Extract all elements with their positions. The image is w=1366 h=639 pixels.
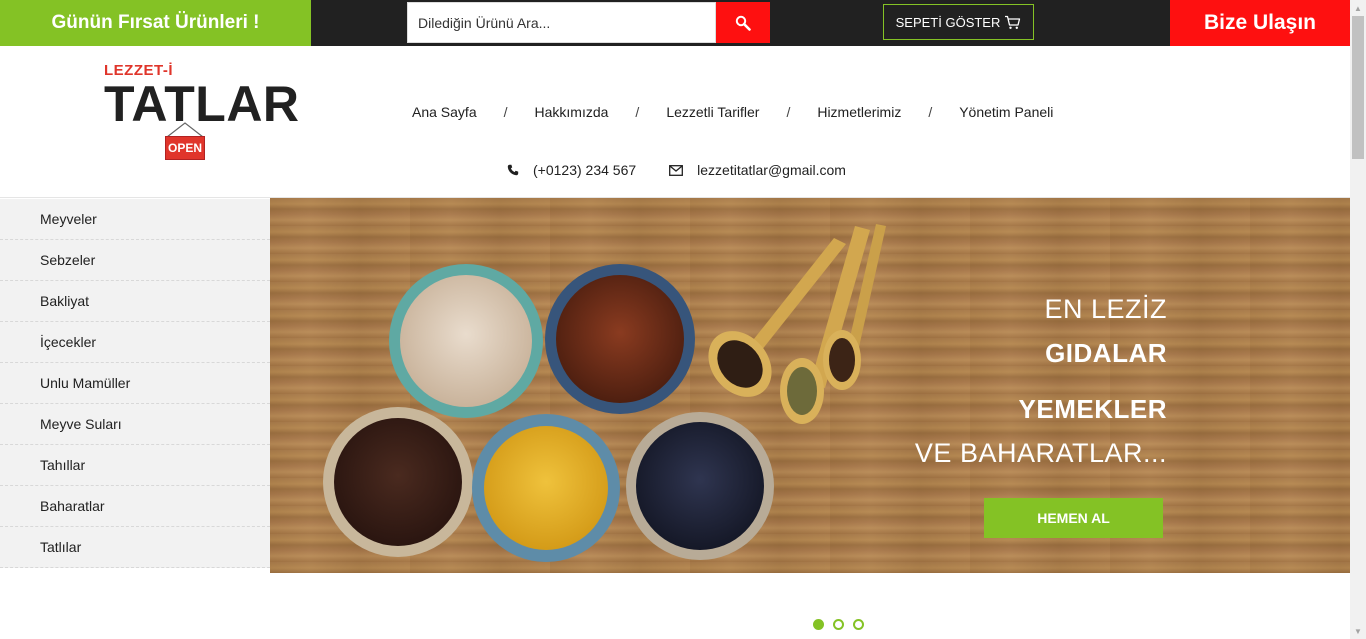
slider-dot-3[interactable] bbox=[853, 619, 864, 630]
phone-icon bbox=[507, 164, 519, 176]
nav-recipes[interactable]: Lezzetli Tarifler bbox=[666, 104, 759, 120]
search-button[interactable] bbox=[716, 2, 770, 43]
banner-line-4: VE BAHARATLAR... bbox=[914, 438, 1167, 468]
open-sign: OPEN bbox=[165, 136, 205, 160]
email-address[interactable]: lezzetitatlar@gmail.com bbox=[697, 162, 846, 178]
email-info: lezzetitatlar@gmail.com bbox=[669, 162, 846, 178]
cart-icon bbox=[1005, 15, 1021, 29]
contact-us-link[interactable]: Bize Ulaşın bbox=[1170, 0, 1350, 46]
nav-separator: / bbox=[503, 104, 508, 120]
main-nav: Ana Sayfa / Hakkımızda / Lezzetli Tarifl… bbox=[400, 102, 1053, 122]
hero-banner: EN LEZİZ GIDALAR YEMEKLER VE BAHARATLAR.… bbox=[270, 198, 1350, 573]
category-item-meyve-sulari[interactable]: Meyve Suları bbox=[0, 404, 270, 445]
daily-deals-link[interactable]: Günün Fırsat Ürünleri ! bbox=[0, 0, 311, 46]
nav-separator: / bbox=[928, 104, 933, 120]
phone-number: (+0123) 234 567 bbox=[533, 162, 637, 178]
banner-line-3: YEMEKLER bbox=[1018, 394, 1167, 424]
show-cart-label: SEPETİ GÖSTER bbox=[895, 14, 1001, 30]
nav-about[interactable]: Hakkımızda bbox=[535, 104, 609, 120]
scrollbar-thumb[interactable] bbox=[1352, 16, 1364, 159]
category-item-sebzeler[interactable]: Sebzeler bbox=[0, 240, 270, 281]
contact-info: (+0123) 234 567 lezzetitatlar@gmail.com bbox=[507, 162, 846, 178]
nav-separator: / bbox=[786, 104, 791, 120]
category-item-bakliyat[interactable]: Bakliyat bbox=[0, 281, 270, 322]
scroll-down-icon[interactable]: ▼ bbox=[1350, 623, 1366, 639]
category-item-meyveler[interactable]: Meyveler bbox=[0, 199, 270, 240]
site-logo[interactable]: LEZZET-İ TATLAR OPEN bbox=[104, 62, 304, 162]
site-header: LEZZET-İ TATLAR OPEN Ana Sayfa / Hakkımı… bbox=[0, 46, 1350, 198]
banner-line-1: EN LEZİZ bbox=[1044, 294, 1167, 324]
category-item-baharatlar[interactable]: Baharatlar bbox=[0, 486, 270, 527]
slider-pagination bbox=[813, 619, 864, 630]
search-icon bbox=[735, 15, 751, 31]
nav-home[interactable]: Ana Sayfa bbox=[412, 104, 477, 120]
nav-separator: / bbox=[635, 104, 640, 120]
spice-bowls-image bbox=[323, 224, 886, 562]
nav-services[interactable]: Hizmetlerimiz bbox=[817, 104, 901, 120]
top-bar: Günün Fırsat Ürünleri ! SEPETİ GÖSTER Bi… bbox=[0, 0, 1350, 46]
category-item-tahillar[interactable]: Tahıllar bbox=[0, 445, 270, 486]
slider-dot-2[interactable] bbox=[833, 619, 844, 630]
search-input[interactable] bbox=[407, 2, 716, 43]
envelope-icon bbox=[669, 164, 684, 176]
category-item-tatlilar[interactable]: Tatlılar bbox=[0, 527, 270, 568]
buy-now-button[interactable]: HEMEN AL bbox=[984, 498, 1163, 538]
search-form bbox=[407, 2, 770, 43]
scroll-up-icon[interactable]: ▲ bbox=[1350, 0, 1366, 16]
category-sidebar: Meyveler Sebzeler Bakliyat İçecekler Unl… bbox=[0, 199, 270, 568]
page-scrollbar[interactable]: ▲ ▼ bbox=[1350, 0, 1366, 639]
show-cart-button[interactable]: SEPETİ GÖSTER bbox=[883, 4, 1034, 40]
phone-info: (+0123) 234 567 bbox=[507, 162, 636, 178]
category-item-icecekler[interactable]: İçecekler bbox=[0, 322, 270, 363]
banner-line-2: GIDALAR bbox=[1045, 338, 1167, 368]
nav-admin-panel[interactable]: Yönetim Paneli bbox=[959, 104, 1053, 120]
category-item-unlu-mamuller[interactable]: Unlu Mamüller bbox=[0, 363, 270, 404]
slider-dot-1[interactable] bbox=[813, 619, 824, 630]
